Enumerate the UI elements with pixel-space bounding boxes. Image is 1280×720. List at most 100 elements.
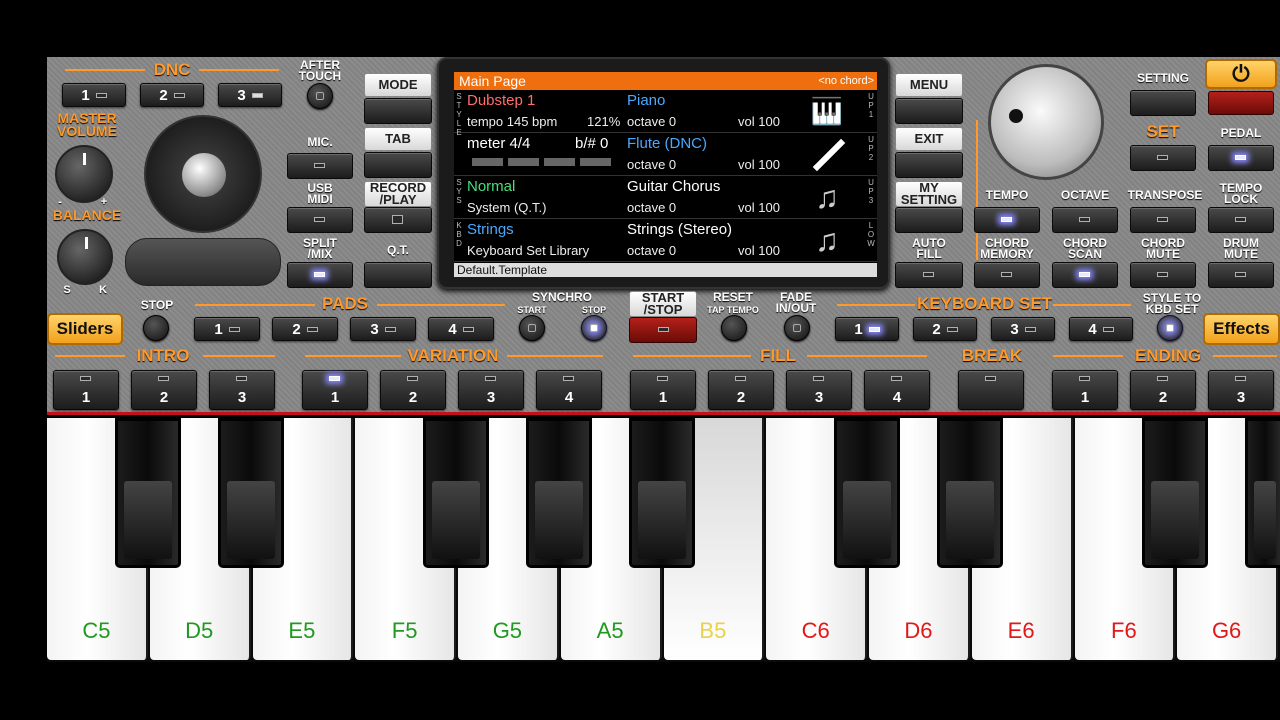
black-key[interactable] [217, 418, 284, 568]
ending-button-1[interactable]: 1 [1052, 370, 1118, 410]
style-row[interactable]: STYLE Dubstep 1 tempo 145 bpm 121% Piano… [454, 90, 877, 137]
pad-button-3[interactable]: 3 [350, 317, 416, 341]
my-setting-button[interactable] [895, 207, 963, 233]
black-key[interactable] [834, 418, 900, 568]
black-key[interactable] [525, 418, 592, 568]
dnc-button-2-label: 2 [159, 86, 168, 104]
dnc-button-3[interactable]: 3 [218, 83, 282, 107]
variation-button-4[interactable]: 4 [536, 370, 602, 410]
transpose-button[interactable] [1130, 207, 1196, 233]
record-play-button[interactable] [364, 207, 432, 233]
black-key[interactable] [423, 418, 489, 568]
pad-button-1[interactable]: 1 [194, 317, 260, 341]
keyboard-set-button-2[interactable]: 2 [913, 317, 977, 341]
synchro-stop-button[interactable] [581, 315, 607, 341]
intro-button-1[interactable]: 1 [53, 370, 119, 410]
led [590, 324, 598, 332]
dnc-title: DNC [153, 60, 191, 79]
dnc-button-2[interactable]: 2 [140, 83, 204, 107]
power-icon[interactable]: ⏻ [1205, 59, 1277, 89]
tab-button[interactable] [364, 152, 432, 178]
dnc-button-1[interactable]: 1 [62, 83, 126, 107]
black-key[interactable] [936, 418, 1003, 568]
side-label-kbd: KBD [456, 221, 462, 248]
drum-mute-button[interactable] [1208, 262, 1274, 288]
fill-button-3[interactable]: 3 [786, 370, 852, 410]
dnc-button-1-label: 1 [81, 86, 90, 104]
keyboard-set-button-4[interactable]: 4 [1069, 317, 1133, 341]
intro-button-3[interactable]: 3 [209, 370, 275, 410]
auto-fill-button[interactable] [895, 262, 963, 288]
kbd-row[interactable]: KBD Strings Keyboard Set Library Strings… [454, 219, 877, 262]
intro-3-label: 3 [237, 389, 247, 406]
led [1001, 217, 1012, 222]
master-volume-knob[interactable] [55, 145, 113, 203]
black-key[interactable] [628, 418, 695, 568]
led [1157, 272, 1168, 277]
balance-knob[interactable] [57, 229, 113, 285]
meter-row[interactable]: meter 4/4 b/# 0 Flute (DNC) octave 0 vol… [454, 133, 877, 176]
keyboard-set-button-3[interactable]: 3 [991, 317, 1055, 341]
intro-button-2[interactable]: 2 [131, 370, 197, 410]
menu-button[interactable] [895, 98, 963, 124]
fill-button-2[interactable]: 2 [708, 370, 774, 410]
master-volume-label: MASTER VOLUME [57, 110, 117, 139]
joystick-handle[interactable] [182, 153, 226, 197]
sys-row[interactable]: SYS Normal System (Q.T.) Guitar Chorus o… [454, 176, 877, 219]
break-button[interactable] [958, 370, 1024, 410]
style-meter: meter 4/4 [467, 135, 531, 152]
sliders-button[interactable]: Sliders [47, 313, 123, 345]
mode-button[interactable] [364, 98, 432, 124]
led [528, 324, 536, 332]
mode-label: MODE [364, 73, 432, 97]
power-button[interactable] [1208, 91, 1274, 115]
mic-button[interactable] [287, 153, 353, 179]
pad-button-4[interactable]: 4 [428, 317, 494, 341]
black-key[interactable] [1142, 418, 1209, 568]
led [1024, 326, 1036, 332]
usb-midi-button[interactable] [287, 207, 353, 233]
side-label-low: LOW [867, 221, 875, 248]
exit-button[interactable] [895, 152, 963, 178]
after-touch-button[interactable] [307, 83, 333, 109]
key-note-label: A5 [596, 618, 624, 643]
keyboard-set-button-1[interactable]: 1 [835, 317, 899, 341]
chord-memory-button[interactable] [974, 262, 1040, 288]
chord-mute-button[interactable] [1130, 262, 1196, 288]
pedal-button[interactable] [1208, 145, 1274, 171]
pitch-bend-slider[interactable] [125, 238, 281, 286]
effects-button[interactable]: Effects [1203, 313, 1280, 345]
variation-button-2[interactable]: 2 [380, 370, 446, 410]
tempo-lock-button[interactable] [1208, 207, 1274, 233]
reset-button[interactable] [721, 315, 747, 341]
variation-button-1[interactable]: 1 [302, 370, 368, 410]
setting-button[interactable] [1130, 90, 1196, 116]
tempo-button[interactable] [974, 207, 1040, 233]
intro-2-label: 2 [159, 389, 169, 406]
pad-3-label: 3 [370, 320, 379, 338]
split-mix-button[interactable] [287, 262, 353, 288]
variation-title: VARIATION [407, 346, 499, 365]
fill-button-1[interactable]: 1 [630, 370, 696, 410]
variation-line-left [305, 355, 401, 357]
fill-3-label: 3 [814, 389, 824, 406]
fade-button[interactable] [784, 315, 810, 341]
style-to-kbd-button[interactable] [1157, 315, 1183, 341]
chord-scan-button[interactable] [1052, 262, 1118, 288]
stop-button[interactable] [143, 315, 169, 341]
data-dial[interactable] [988, 64, 1104, 180]
ending-button-3[interactable]: 3 [1208, 370, 1274, 410]
octave-button[interactable] [1052, 207, 1118, 233]
joystick-pad[interactable] [144, 115, 262, 233]
set-button[interactable] [1130, 145, 1196, 171]
black-key[interactable] [114, 418, 181, 568]
fill-button-4[interactable]: 4 [864, 370, 930, 410]
pad-button-2[interactable]: 2 [272, 317, 338, 341]
variation-button-3[interactable]: 3 [458, 370, 524, 410]
synchro-start-button[interactable] [519, 315, 545, 341]
start-stop-button[interactable] [629, 317, 697, 343]
qt-button[interactable] [364, 262, 432, 288]
black-key[interactable] [1245, 418, 1280, 568]
ending-button-2[interactable]: 2 [1130, 370, 1196, 410]
side-label-up1: UP1 [868, 92, 874, 119]
